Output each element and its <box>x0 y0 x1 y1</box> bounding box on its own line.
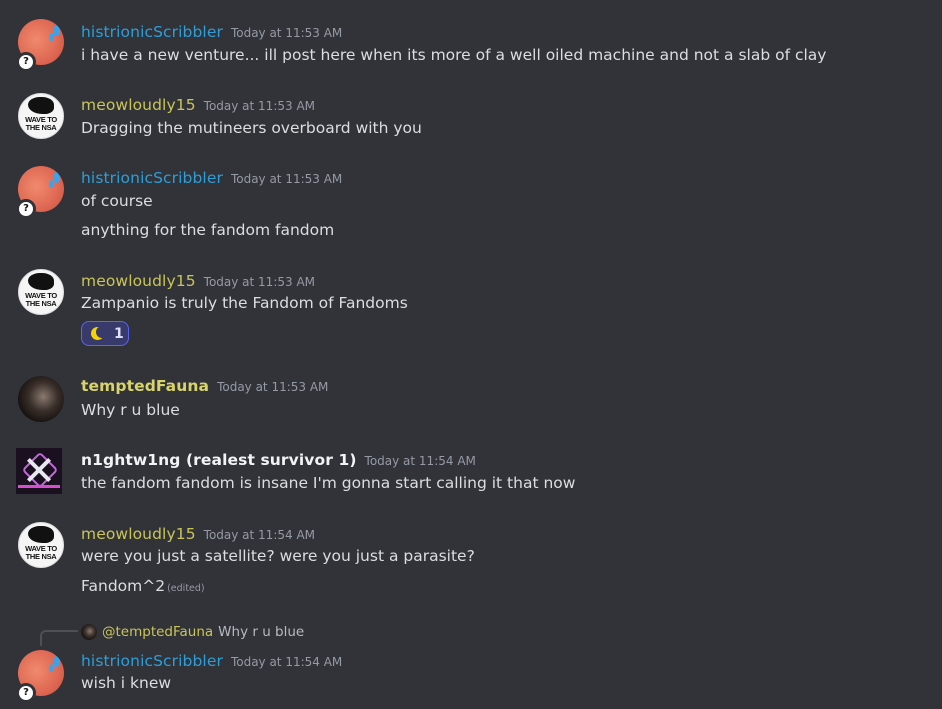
message-text: Fandom^2 (edited) <box>81 577 205 595</box>
username[interactable]: histrionicScribbler <box>81 169 223 187</box>
timestamp[interactable]: Today at 11:54 AM <box>365 454 476 468</box>
reaction-count: 1 <box>114 325 124 342</box>
message-text: i have a new venture... ill post here wh… <box>81 46 827 64</box>
reply-username[interactable]: @temptedFauna <box>102 624 213 640</box>
avatar[interactable] <box>18 376 64 422</box>
timestamp[interactable]: Today at 11:53 AM <box>217 380 328 394</box>
message-text: anything for the fandom fandom <box>81 221 335 239</box>
status-unknown-icon: ? <box>16 52 36 72</box>
username[interactable]: temptedFauna <box>81 377 209 395</box>
message-text-content: Fandom^2 <box>81 577 166 595</box>
avatar[interactable]: WAVE TO THE NSA <box>18 93 64 139</box>
status-unknown-icon: ? <box>16 683 36 703</box>
reaction-button[interactable]: 1 <box>81 321 129 346</box>
timestamp[interactable]: Today at 11:54 AM <box>204 528 315 542</box>
reply-preview[interactable]: @temptedFauna Why r u blue <box>81 624 304 640</box>
username[interactable]: n1ghtw1ng (realest survivor 1) <box>81 451 357 469</box>
reply-text[interactable]: Why r u blue <box>218 624 304 640</box>
timestamp[interactable]: Today at 11:53 AM <box>231 172 342 186</box>
edited-label: (edited) <box>167 583 205 594</box>
message-text: Why r u blue <box>81 401 180 419</box>
reply-avatar <box>81 624 97 640</box>
username[interactable]: meowloudly15 <box>81 525 196 543</box>
timestamp[interactable]: Today at 11:54 AM <box>231 655 342 669</box>
avatar[interactable]: WAVE TO THE NSA <box>18 522 64 568</box>
timestamp[interactable]: Today at 11:53 AM <box>231 26 342 40</box>
reply-spine <box>40 630 78 646</box>
message-text: were you just a satellite? were you just… <box>81 547 475 565</box>
username[interactable]: meowloudly15 <box>81 272 196 290</box>
message-text: the fandom fandom is insane I'm gonna st… <box>81 474 576 492</box>
status-unknown-icon: ? <box>16 199 36 219</box>
username[interactable]: meowloudly15 <box>81 96 196 114</box>
username[interactable]: histrionicScribbler <box>81 652 223 670</box>
avatar[interactable]: WAVE TO THE NSA <box>18 269 64 315</box>
timestamp[interactable]: Today at 11:53 AM <box>204 275 315 289</box>
message-text: Dragging the mutineers overboard with yo… <box>81 119 422 137</box>
message-text: wish i knew <box>81 674 172 692</box>
username[interactable]: histrionicScribbler <box>81 23 223 41</box>
timestamp[interactable]: Today at 11:53 AM <box>204 99 315 113</box>
avatar[interactable] <box>16 448 62 494</box>
message-text: of course <box>81 192 153 210</box>
crescent-moon-icon <box>91 326 108 340</box>
message-text: Zampanio is truly the Fandom of Fandoms <box>81 294 408 312</box>
